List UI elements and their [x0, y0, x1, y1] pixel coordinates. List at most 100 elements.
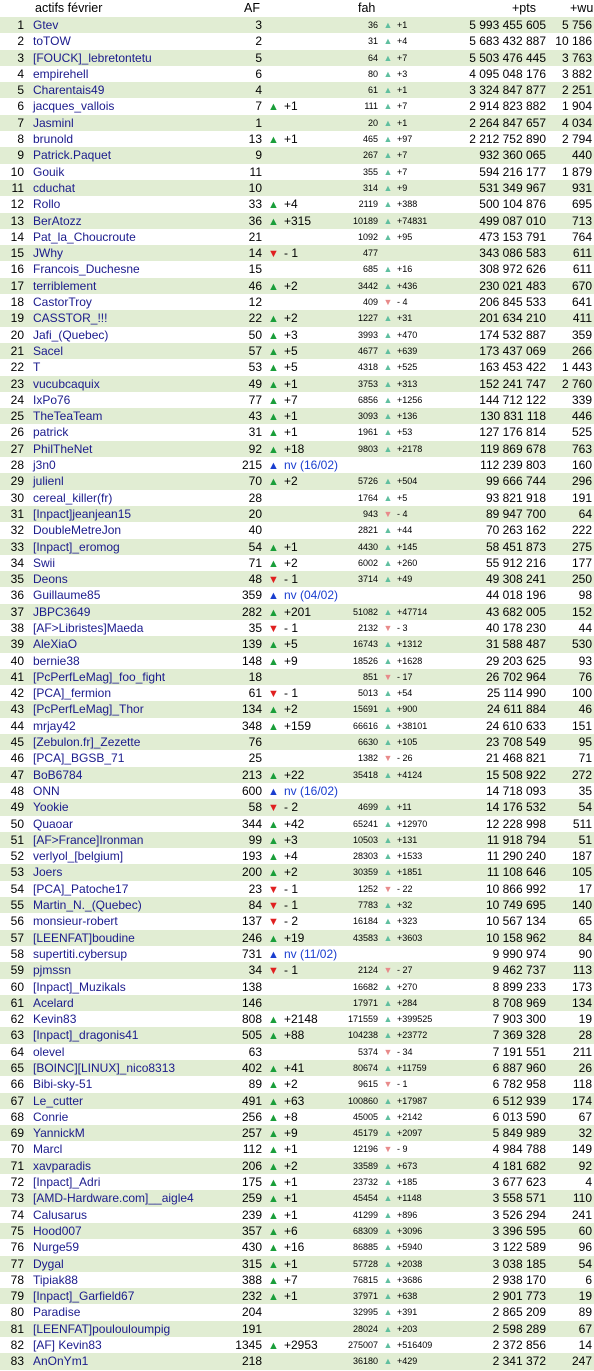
- team-name-link[interactable]: [Inpact]jeanjean15: [33, 506, 131, 522]
- team-name-link[interactable]: Paradise: [33, 1304, 80, 1320]
- af-change-value: +88: [284, 1028, 305, 1043]
- team-name-link[interactable]: [PcPerfLeMag]_foo_fight: [33, 669, 165, 685]
- af-rank-cell: 344: [241, 816, 262, 831]
- team-name-link[interactable]: IxPo76: [33, 392, 70, 408]
- team-name-link[interactable]: [Inpact]_Garfield67: [33, 1288, 134, 1304]
- team-name-link[interactable]: [AMD-Hardware.com]__aigle4: [33, 1190, 194, 1206]
- team-name-link[interactable]: BerAtozz: [33, 213, 82, 229]
- af-change-value: +1: [284, 1175, 298, 1190]
- team-name-link[interactable]: T: [33, 359, 40, 375]
- team-name-link[interactable]: pjmssn: [33, 962, 71, 978]
- team-name-link[interactable]: JBPC3649: [33, 604, 90, 620]
- af-rank-cell: 257: [241, 1126, 262, 1141]
- team-name-link[interactable]: CastorTroy: [33, 294, 92, 310]
- team-name-link[interactable]: supertiti.cybersup: [33, 946, 127, 962]
- team-name-link[interactable]: CASSTOR_!!!: [33, 310, 107, 326]
- team-name-link[interactable]: Swii: [33, 555, 55, 571]
- team-name-link[interactable]: Jasminl: [33, 115, 74, 131]
- team-name-link[interactable]: empirehell: [33, 66, 88, 82]
- team-name-link[interactable]: Quaoar: [33, 816, 73, 832]
- team-name-link[interactable]: [AF] Kevin83: [33, 1337, 102, 1353]
- team-name-link[interactable]: PhilTheNet: [33, 441, 92, 457]
- team-name-link[interactable]: [FOUCK]_lebretontetu: [33, 50, 152, 66]
- team-name-link[interactable]: Hood007: [33, 1223, 82, 1239]
- team-name-link[interactable]: DoubleMetreJon: [33, 522, 121, 538]
- team-name-link[interactable]: [PCA]_BGSB_71: [33, 750, 124, 766]
- team-name-link[interactable]: [AF>Libristes]Maeda: [33, 620, 143, 636]
- af-change-cell: ▲ +88: [268, 1027, 338, 1044]
- team-name-link[interactable]: terriblement: [33, 278, 96, 294]
- team-name-link[interactable]: JWhy: [33, 245, 63, 261]
- team-name-link[interactable]: Martin_N._(Quebec): [33, 897, 142, 913]
- team-name-link[interactable]: [PCA]_Patoche17: [33, 881, 128, 897]
- team-name-link[interactable]: Dygal: [33, 1256, 64, 1272]
- team-name-link[interactable]: Kevin83: [33, 1011, 76, 1027]
- team-name-link[interactable]: Gtev: [33, 17, 58, 33]
- team-name-link[interactable]: Jafi_(Quebec): [33, 327, 108, 343]
- team-name-link[interactable]: Deons: [33, 571, 68, 587]
- points-cell: 55 912 216: [485, 555, 546, 570]
- team-name-link[interactable]: [LEENFAT]pouloulou​mpig: [33, 1321, 170, 1337]
- team-name-link[interactable]: toTOW: [33, 33, 71, 49]
- team-name-link[interactable]: TheTeaTeam: [33, 408, 102, 424]
- team-name-link[interactable]: Conrie: [33, 1109, 68, 1125]
- team-name-link[interactable]: AnOnYm1: [33, 1353, 88, 1369]
- up-arrow-icon: ▲: [268, 1274, 279, 1287]
- team-name-link[interactable]: Bibi-sky-51: [33, 1076, 92, 1092]
- team-name-link[interactable]: [BOINC][LINUX]_nico8313: [33, 1060, 175, 1076]
- team-name-link[interactable]: cduchat: [33, 180, 75, 196]
- team-name-link[interactable]: olevel: [33, 1044, 64, 1060]
- team-name-link[interactable]: mrjay42: [33, 718, 76, 734]
- team-name-link[interactable]: cereal_killer(fr): [33, 490, 112, 506]
- team-name-link[interactable]: Guillaume85: [33, 587, 100, 603]
- team-name-link[interactable]: Sacel: [33, 343, 63, 359]
- af-rank-cell: 13: [248, 132, 262, 147]
- team-name-link[interactable]: Le_cutter: [33, 1093, 83, 1109]
- team-name-link[interactable]: BoB6784: [33, 767, 82, 783]
- team-name-link[interactable]: Calusarus: [33, 1207, 87, 1223]
- rank-cell: 10: [10, 164, 24, 179]
- rank-cell: 44: [10, 718, 24, 733]
- team-name-link[interactable]: Patrick.Paquet: [33, 147, 111, 163]
- team-name-link[interactable]: Charentais49: [33, 82, 104, 98]
- fah-change-cell: ▲ +1: [383, 82, 453, 98]
- team-name-link[interactable]: brunold: [33, 131, 73, 147]
- team-name-link[interactable]: [AF>France]Ironman: [33, 832, 143, 848]
- team-name-link[interactable]: [Inpact]_Muzikals: [33, 979, 126, 995]
- team-name-link[interactable]: vucubcaquix: [33, 376, 100, 392]
- team-name-link[interactable]: [PcPerfLeMag]_Thor: [33, 701, 144, 717]
- team-name-link[interactable]: xavparadis: [33, 1158, 91, 1174]
- team-name-link[interactable]: Pat_la_Choucroute: [33, 229, 136, 245]
- team-name-link[interactable]: Marcl: [33, 1141, 62, 1157]
- team-name-link[interactable]: monsieur-robert: [33, 913, 118, 929]
- team-name-link[interactable]: [Inpact]_dragonis41: [33, 1027, 138, 1043]
- team-name-link[interactable]: [Inpact]_Adri: [33, 1174, 100, 1190]
- team-name-link[interactable]: YannickM: [33, 1125, 85, 1141]
- team-name-link[interactable]: [PCA]_fermion: [33, 685, 111, 701]
- team-name-link[interactable]: Joers: [33, 864, 62, 880]
- team-name-link[interactable]: [Zebulon.fr]_Zezette: [33, 734, 140, 750]
- team-name-link[interactable]: bernie38: [33, 653, 80, 669]
- team-name-link[interactable]: ONN: [33, 783, 60, 799]
- team-name-link[interactable]: julienl: [33, 473, 64, 489]
- team-name-link[interactable]: Tipiak88: [33, 1272, 78, 1288]
- team-name-link[interactable]: verlyol_[belgium]: [33, 848, 123, 864]
- header-pts: +pts: [512, 1, 536, 15]
- team-name-link[interactable]: Acelard: [33, 995, 74, 1011]
- team-name-link[interactable]: AleXiaO: [33, 636, 77, 652]
- team-name-link[interactable]: jacques_vallois: [33, 98, 114, 114]
- fah-change-value: +3096: [397, 1225, 423, 1236]
- team-name-link[interactable]: Yookie: [33, 799, 69, 815]
- team-name-link[interactable]: [Inpact]_eromog: [33, 539, 120, 555]
- af-change-value: +9: [284, 1126, 298, 1141]
- team-name-link[interactable]: Nurge59: [33, 1239, 79, 1255]
- team-name-link[interactable]: Gouik: [33, 164, 64, 180]
- team-name-link[interactable]: patrick: [33, 424, 68, 440]
- up-arrow-icon: ▲: [268, 134, 279, 147]
- team-name-link[interactable]: [LEENFAT]boudine: [33, 930, 135, 946]
- team-name-link[interactable]: j3n0: [33, 457, 56, 473]
- af-change-value: +5: [284, 637, 298, 652]
- team-name-link[interactable]: Francois_Duchesne: [33, 261, 140, 277]
- team-name-link[interactable]: Rollo: [33, 196, 60, 212]
- wu-cell: 32: [578, 1126, 592, 1141]
